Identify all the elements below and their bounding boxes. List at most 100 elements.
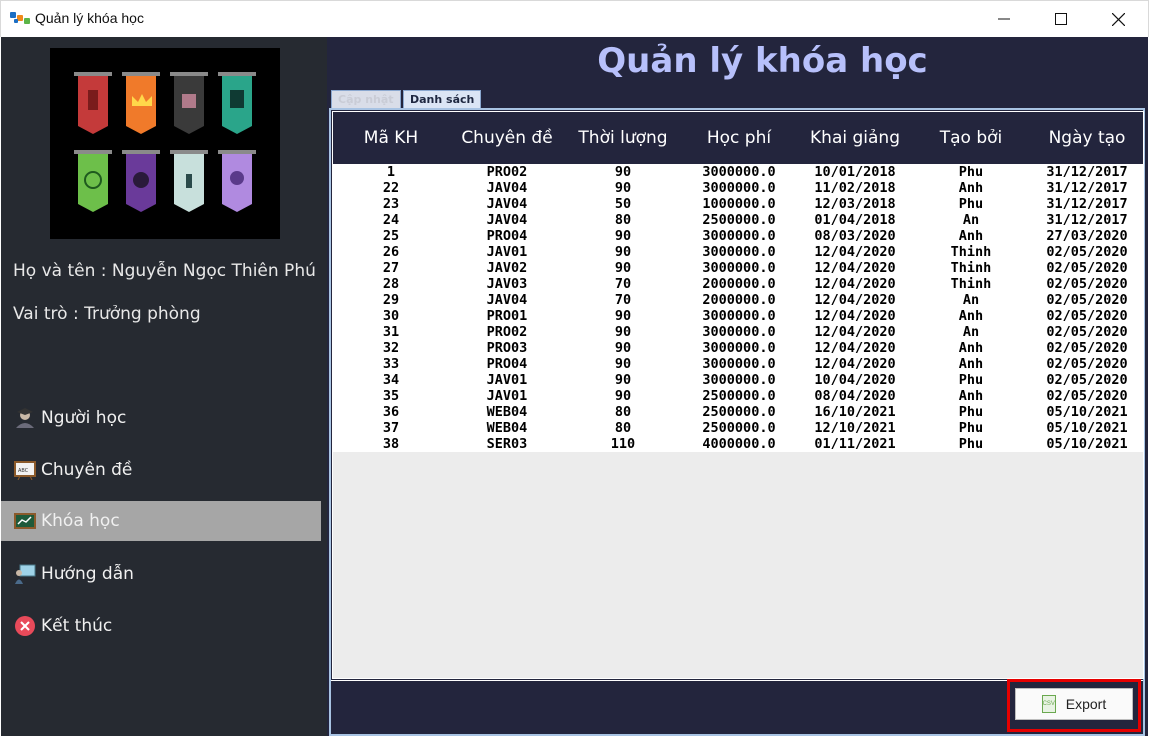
table-cell: 02/05/2020 (1046, 260, 1128, 276)
table-cell: Anh (958, 308, 984, 324)
table-row[interactable]: 37 WEB04 80 2500000.0 12/10/2021 Phu 05/10/202… (333, 420, 1143, 436)
table-row[interactable]: 30 PRO01 90 3000000.0 12/04/2020 Anh 02/05/202… (333, 308, 1143, 324)
table-cell: 23 (382, 196, 400, 212)
table-cell: 90 (614, 180, 632, 196)
maximize-button[interactable] (1032, 1, 1090, 37)
table-cell: 02/05/2020 (1046, 292, 1128, 308)
table-cell: 22 (382, 180, 400, 196)
table-cell: 3000000.0 (702, 308, 776, 324)
table-row[interactable]: 31 PRO02 90 3000000.0 12/04/2020 An 02/05/2020 (333, 324, 1143, 340)
table-cell: 2500000.0 (702, 212, 776, 228)
presenter-icon (13, 563, 37, 585)
sidebar-item-chuyen-de[interactable]: ABC Chuyên đề (1, 450, 321, 490)
table-cell: 70 (614, 276, 632, 292)
table-cell: PRO01 (486, 308, 528, 324)
table-cell: Anh (958, 388, 984, 404)
table-cell: JAV02 (486, 260, 528, 276)
minimize-button[interactable] (975, 1, 1033, 37)
column-header[interactable]: Khai giảng (797, 128, 913, 148)
sidebar-item-label: Người học (41, 408, 127, 428)
table-cell: 12/04/2020 (814, 340, 896, 356)
column-header[interactable]: Mã KH (333, 128, 449, 148)
table-row[interactable]: 36 WEB04 80 2500000.0 16/10/2021 Phu 05/10/202… (333, 404, 1143, 420)
table-row[interactable]: 32 PRO03 90 3000000.0 12/04/2020 Anh 02/05/202… (333, 340, 1143, 356)
chart-board-icon (13, 510, 37, 532)
table-row[interactable]: 35 JAV01 90 2500000.0 08/04/2020 Anh 02/05/202… (333, 388, 1143, 404)
sidebar-item-khoa-hoc[interactable]: Khóa học (1, 501, 321, 541)
sidebar-item-label: Khóa học (41, 511, 120, 531)
table-cell: JAV04 (486, 196, 528, 212)
title-bar: Quản lý khóa học (0, 0, 1149, 37)
table-cell: 90 (614, 388, 632, 404)
table-body: 1 PRO02 90 3000000.0 10/01/2018 Phu 31/12/2017… (333, 164, 1143, 452)
table-cell: 08/03/2020 (814, 228, 896, 244)
table-row[interactable]: 28 JAV03 70 2000000.0 12/04/2020 Thinh 02/05/2… (333, 276, 1143, 292)
table-row[interactable]: 1 PRO02 90 3000000.0 10/01/2018 Phu 31/12/2017 (333, 164, 1143, 180)
sidebar-item-huong-dan[interactable]: Hướng dẫn (1, 554, 321, 594)
table-cell: JAV01 (486, 372, 528, 388)
table-cell: PRO03 (486, 340, 528, 356)
table-cell: Anh (958, 228, 984, 244)
table-cell: Phu (958, 420, 984, 436)
csv-file-icon: CSV (1041, 695, 1056, 713)
table-cell: Phu (958, 196, 984, 212)
close-window-button[interactable] (1089, 1, 1147, 37)
table-cell: 05/10/2021 (1046, 436, 1128, 452)
table-cell: 2000000.0 (702, 292, 776, 308)
table-row[interactable]: 26 JAV01 90 3000000.0 12/04/2020 Thinh 02/05/2… (333, 244, 1143, 260)
column-header[interactable]: Thời lượng (565, 128, 681, 148)
table-cell: 90 (614, 324, 632, 340)
table-cell: 90 (614, 260, 632, 276)
table-cell: 11/02/2018 (814, 180, 896, 196)
table-cell: JAV03 (486, 276, 528, 292)
table-row[interactable]: 27 JAV02 90 3000000.0 12/04/2020 Thinh 02/05/2… (333, 260, 1143, 276)
close-circle-icon (13, 615, 37, 637)
tab-cap-nhat[interactable]: Cập nhật (331, 90, 401, 108)
table-cell: 12/10/2021 (814, 420, 896, 436)
table-row[interactable]: 34 JAV01 90 3000000.0 10/04/2020 Phu 02/05/202… (333, 372, 1143, 388)
table-row[interactable]: 24 JAV04 80 2500000.0 01/04/2018 An 31/12/2017 (333, 212, 1143, 228)
column-header[interactable]: Ngày tạo (1029, 128, 1143, 148)
column-header[interactable]: Chuyên đề (449, 128, 565, 148)
table-cell: PRO02 (486, 164, 528, 180)
table-cell: An (962, 292, 980, 308)
export-button[interactable]: CSV Export (1015, 688, 1133, 720)
table-cell: 80 (614, 212, 632, 228)
table-cell: 31/12/2017 (1046, 212, 1128, 228)
table-cell: 28 (382, 276, 400, 292)
course-table[interactable]: Mã KH Chuyên đề Thời lượng Học phí Khai … (332, 111, 1144, 679)
table-cell: 02/05/2020 (1046, 276, 1128, 292)
table-cell: 12/04/2020 (814, 244, 896, 260)
table-row[interactable]: 33 PRO04 90 3000000.0 12/04/2020 Anh 02/05/202… (333, 356, 1143, 372)
table-cell: Thinh (950, 260, 992, 276)
footer-bar: CSV Export (331, 679, 1143, 734)
table-cell: 12/04/2020 (814, 292, 896, 308)
sidebar-item-ket-thuc[interactable]: Kết thúc (1, 606, 321, 646)
table-cell: 2000000.0 (702, 276, 776, 292)
table-cell: Phu (958, 436, 984, 452)
profile-role: Vai trò : Trưởng phòng (13, 304, 201, 324)
board-icon: ABC (13, 459, 37, 481)
table-cell: 3000000.0 (702, 244, 776, 260)
table-cell: Anh (958, 356, 984, 372)
student-icon (13, 407, 37, 429)
table-row[interactable]: 38 SER03 110 4000000.0 01/11/2021 Phu 05/10/20… (333, 436, 1143, 452)
table-row[interactable]: 23 JAV04 50 1000000.0 12/03/2018 Phu 31/12/201… (333, 196, 1143, 212)
banners-logo-image (50, 48, 280, 239)
table-cell: Anh (958, 340, 984, 356)
column-header[interactable]: Học phí (681, 128, 797, 148)
banners-illustration (74, 72, 256, 212)
table-cell: SER03 (486, 436, 528, 452)
table-cell: 2500000.0 (702, 420, 776, 436)
table-cell: 02/05/2020 (1046, 356, 1128, 372)
sidebar-item-nguoi-hoc[interactable]: Người học (1, 398, 321, 438)
table-row[interactable]: 22 JAV04 90 3000000.0 11/02/2018 Anh 31/12/201… (333, 180, 1143, 196)
table-row[interactable]: 29 JAV04 70 2000000.0 12/04/2020 An 02/05/2020 (333, 292, 1143, 308)
table-cell: 26 (382, 244, 400, 260)
table-cell: 27/03/2020 (1046, 228, 1128, 244)
table-row[interactable]: 25 PRO04 90 3000000.0 08/03/2020 Anh 27/03/202… (333, 228, 1143, 244)
table-cell: 12/04/2020 (814, 324, 896, 340)
table-cell: 29 (382, 292, 400, 308)
column-header[interactable]: Tạo bởi (913, 128, 1029, 148)
tab-danh-sach[interactable]: Danh sách (403, 90, 482, 108)
